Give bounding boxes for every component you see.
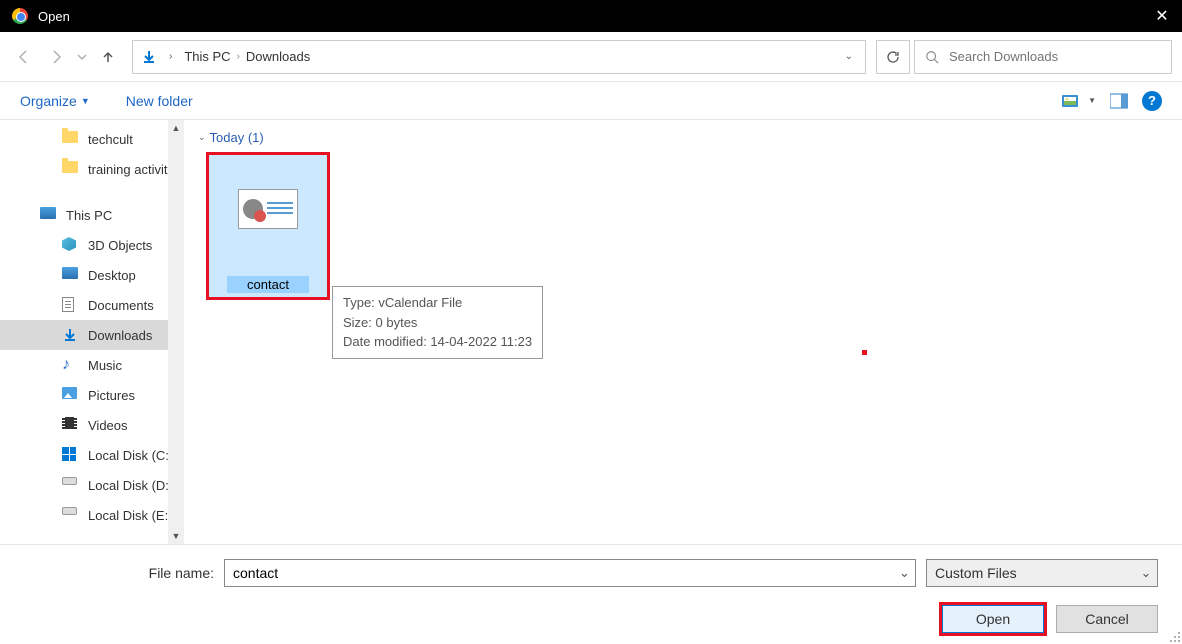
chrome-icon xyxy=(12,8,28,24)
sidebar-item-pictures[interactable]: Pictures xyxy=(0,380,184,410)
sidebar-item-label: techcult xyxy=(88,132,133,147)
group-header-today[interactable]: ⌄ Today (1) xyxy=(198,130,1168,145)
file-type-filter-label: Custom Files xyxy=(927,565,1135,581)
vid-icon xyxy=(62,417,78,433)
sidebar-item-label: Downloads xyxy=(88,328,152,343)
chevron-down-icon: ⌄ xyxy=(198,132,206,143)
contact-file-icon xyxy=(238,189,298,229)
cancel-button[interactable]: Cancel xyxy=(1056,605,1158,633)
obj3d-icon xyxy=(62,237,78,253)
open-button-label: Open xyxy=(976,611,1010,627)
folder-icon xyxy=(62,161,78,177)
help-button[interactable]: ? xyxy=(1142,91,1162,111)
search-box[interactable] xyxy=(914,40,1172,74)
nav-bar: › This PC › Downloads ⌄ xyxy=(0,32,1182,82)
sidebar-item-diske[interactable]: Local Disk (E:) xyxy=(0,500,184,530)
sidebar-item-music[interactable]: ♪ Music xyxy=(0,350,184,380)
file-item-label: contact xyxy=(247,277,289,292)
sidebar-item-diskd[interactable]: Local Disk (D:) xyxy=(0,470,184,500)
address-root-dropdown[interactable]: › xyxy=(165,51,176,62)
breadcrumb: This PC › Downloads xyxy=(184,49,832,64)
crumb-this-pc[interactable]: This PC xyxy=(184,49,230,64)
window-title: Open xyxy=(38,9,70,24)
sidebar-item-downloads[interactable]: Downloads xyxy=(0,320,184,350)
sidebar-item-label: Pictures xyxy=(88,388,135,403)
address-bar[interactable]: › This PC › Downloads ⌄ xyxy=(132,40,866,74)
music-icon: ♪ xyxy=(62,357,78,373)
navigation-pane: techcult training activities This PC 3D Obj… xyxy=(0,120,184,544)
refresh-button[interactable] xyxy=(876,40,910,74)
organize-button[interactable]: Organize ▼ xyxy=(20,93,90,109)
command-bar: Organize ▼ New folder ▼ ? xyxy=(0,82,1182,120)
win-icon xyxy=(62,447,78,463)
sidebar-item-label: Local Disk (E:) xyxy=(88,508,173,523)
disk-icon xyxy=(62,477,78,493)
filename-label: File name: xyxy=(24,565,214,581)
scroll-up-icon[interactable]: ▲ xyxy=(168,120,184,136)
view-options-button[interactable]: ▼ xyxy=(1062,93,1096,109)
sidebar-item-thispc[interactable]: This PC xyxy=(0,200,184,230)
dialog-footer: File name: ⌄ Custom Files ⌄ Open Cancel xyxy=(0,544,1182,644)
title-bar: Open ✕ xyxy=(0,0,1182,32)
search-icon xyxy=(925,50,939,64)
sidebar-item-label: Local Disk (C:) xyxy=(88,448,173,463)
recent-dropdown[interactable] xyxy=(74,43,90,71)
sidebar-item-diskc[interactable]: Local Disk (C:) xyxy=(0,440,184,470)
pc-icon xyxy=(62,267,78,283)
organize-label: Organize xyxy=(20,93,77,109)
file-tooltip: Type: vCalendar File Size: 0 bytes Date … xyxy=(332,286,543,359)
new-folder-label: New folder xyxy=(126,93,193,109)
cancel-button-label: Cancel xyxy=(1085,611,1129,627)
doc-icon xyxy=(62,297,78,313)
pc-icon xyxy=(40,207,56,223)
sidebar-scrollbar[interactable]: ▲ ▼ xyxy=(168,120,184,544)
download-icon xyxy=(62,327,78,343)
annotation-marker xyxy=(862,350,867,355)
download-arrow-icon xyxy=(141,49,157,65)
up-button[interactable] xyxy=(94,43,122,71)
sidebar-item-label: Documents xyxy=(88,298,154,313)
chevron-down-icon: ▼ xyxy=(81,96,90,106)
sidebar-item-videos[interactable]: Videos xyxy=(0,410,184,440)
scroll-down-icon[interactable]: ▼ xyxy=(168,528,184,544)
filename-dropdown[interactable]: ⌄ xyxy=(893,565,915,581)
crumb-downloads[interactable]: Downloads xyxy=(246,49,310,64)
chevron-right-icon[interactable]: › xyxy=(237,51,240,62)
filter-dropdown[interactable]: ⌄ xyxy=(1135,565,1157,581)
sidebar-item-label: Music xyxy=(88,358,122,373)
new-folder-button[interactable]: New folder xyxy=(126,93,193,109)
tooltip-size: Size: 0 bytes xyxy=(343,313,532,333)
sidebar-item-3dobj[interactable]: 3D Objects xyxy=(0,230,184,260)
dialog-body: techcult training activities This PC 3D Obj… xyxy=(0,120,1182,544)
tooltip-type: Type: vCalendar File xyxy=(343,293,532,313)
preview-pane-button[interactable] xyxy=(1110,93,1128,109)
forward-button[interactable] xyxy=(42,43,70,71)
disk-icon xyxy=(62,507,78,523)
sidebar-item-label: Local Disk (D:) xyxy=(88,478,173,493)
file-type-filter[interactable]: Custom Files ⌄ xyxy=(926,559,1158,587)
tooltip-modified: Date modified: 14-04-2022 11:23 xyxy=(343,332,532,352)
pic-icon xyxy=(62,387,78,403)
close-button[interactable]: ✕ xyxy=(1154,8,1170,24)
sidebar-item-label: Videos xyxy=(88,418,128,433)
sidebar-item-training[interactable]: training activities xyxy=(0,154,184,184)
chevron-down-icon: ▼ xyxy=(1088,96,1096,105)
sidebar-item-techcult[interactable]: techcult xyxy=(0,124,184,154)
open-button[interactable]: Open xyxy=(942,605,1044,633)
filename-combobox[interactable]: ⌄ xyxy=(224,559,916,587)
filename-input[interactable] xyxy=(225,565,893,581)
address-dropdown[interactable]: ⌄ xyxy=(841,51,857,62)
file-item-contact[interactable]: contact xyxy=(206,152,330,300)
folder-icon xyxy=(62,131,78,147)
file-list-pane[interactable]: ⌄ Today (1) contact Type: vCalendar File… xyxy=(184,120,1182,544)
sidebar-item-desktop[interactable]: Desktop xyxy=(0,260,184,290)
sidebar-item-label: Desktop xyxy=(88,268,136,283)
sidebar-item-label: 3D Objects xyxy=(88,238,152,253)
resize-grip[interactable] xyxy=(1166,628,1180,642)
group-header-label: Today (1) xyxy=(210,130,264,145)
sidebar-item-label: This PC xyxy=(66,208,112,223)
search-input[interactable] xyxy=(949,49,1161,64)
back-button[interactable] xyxy=(10,43,38,71)
sidebar-item-documents[interactable]: Documents xyxy=(0,290,184,320)
